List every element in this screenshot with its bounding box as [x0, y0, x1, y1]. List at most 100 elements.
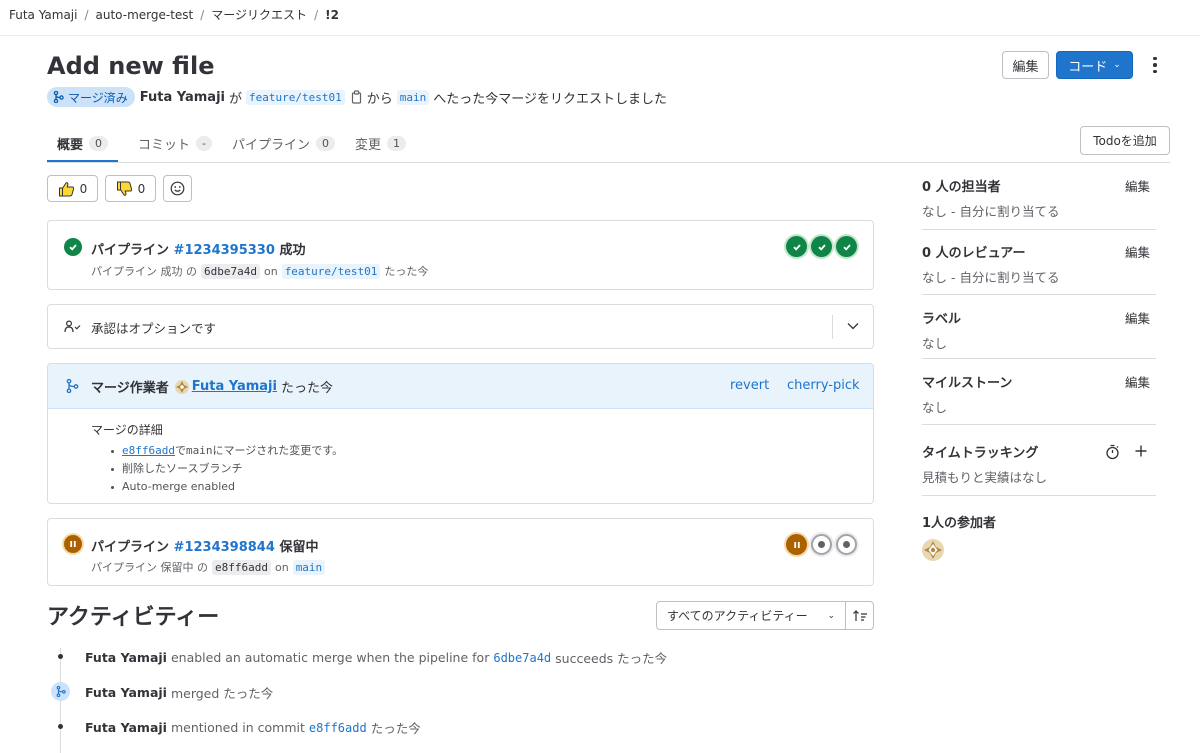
- pipeline-widget-pending: パイプライン #1234398844 保留中 パイプライン 保留中 の e8ff…: [47, 518, 874, 586]
- commit-sha[interactable]: e8ff6add: [212, 559, 271, 575]
- pipeline-prefix: パイプライン: [91, 243, 170, 258]
- detail-branch: main: [185, 444, 213, 457]
- activity-commit-link[interactable]: 6dbe7a4d: [493, 651, 551, 665]
- activity-author[interactable]: Futa Yamaji: [85, 720, 167, 735]
- on-text: on: [274, 560, 289, 574]
- tab-count: 0: [89, 135, 109, 151]
- pipeline-id-link[interactable]: #1234398844: [174, 540, 275, 555]
- pipeline-widget-success: パイプライン #1234395330 成功 パイプライン 成功 の 6dbe7a…: [47, 220, 874, 290]
- pipeline-id-link[interactable]: #1234395330: [174, 243, 275, 258]
- participants-title: 1人の参加者: [922, 516, 997, 531]
- stage-success-icon[interactable]: [836, 236, 857, 257]
- activity-author[interactable]: Futa Yamaji: [85, 685, 167, 700]
- breadcrumb-separator: /: [84, 7, 89, 22]
- activity-text: enabled an automatic merge when the pipe…: [170, 650, 490, 665]
- breadcrumb-merge-requests[interactable]: マージリクエスト: [211, 6, 307, 23]
- detail-text: にマージされた変更です。: [212, 444, 344, 457]
- pipeline-stages: [786, 236, 857, 257]
- add-reaction-button[interactable]: [163, 175, 192, 202]
- activity-filter-label: すべてのアクティビティー: [667, 609, 808, 623]
- tab-changes[interactable]: 変更 1: [345, 124, 416, 162]
- merged-header: マージ作業者 Futa Yamaji たった今 revert cherry-pi…: [48, 364, 873, 409]
- labels-section: ラベル なし 編集: [922, 308, 1156, 352]
- stage-success-icon[interactable]: [786, 236, 807, 257]
- stage-pending-icon[interactable]: [786, 534, 807, 555]
- activity-text: mentioned in commit: [170, 720, 305, 735]
- source-branch[interactable]: feature/test01: [246, 89, 345, 105]
- labels-title: ラベル: [922, 312, 962, 327]
- activity-commit-link[interactable]: e8ff6add: [309, 721, 367, 735]
- breadcrumb-current[interactable]: !2: [325, 8, 339, 22]
- assignees-edit-button[interactable]: 編集: [1125, 176, 1150, 195]
- merge-icon: [53, 91, 64, 103]
- mr-tabs: 概要 0 コミット - パイプライン 0 変更 1: [47, 124, 416, 162]
- assignees-value[interactable]: なし - 自分に割り当てる: [922, 201, 1156, 220]
- merged-widget: マージ作業者 Futa Yamaji たった今 revert cherry-pi…: [47, 363, 874, 504]
- approval-user-check-icon: [64, 320, 81, 333]
- merge-details-title: マージの詳細: [91, 423, 163, 437]
- tab-label: コミット: [138, 137, 191, 153]
- labels-edit-button[interactable]: 編集: [1125, 308, 1150, 327]
- avatar[interactable]: [922, 539, 944, 561]
- tab-overview[interactable]: 概要 0: [47, 124, 119, 162]
- timeline-dot: [58, 724, 63, 729]
- merged-by-user-link[interactable]: Futa Yamaji: [192, 379, 277, 394]
- milestone-edit-button[interactable]: 編集: [1125, 372, 1150, 391]
- pending-status-icon[interactable]: [64, 535, 82, 553]
- activity-filter-dropdown[interactable]: すべてのアクティビティー ⌄: [656, 601, 846, 630]
- chevron-down-icon: ⌄: [1113, 60, 1121, 70]
- status-badge-label: マージ済み: [68, 90, 128, 105]
- sidebar-divider: [922, 424, 1156, 425]
- branch-chip[interactable]: feature/test01: [281, 263, 381, 279]
- merge-event-icon: [51, 682, 70, 701]
- breadcrumb-user[interactable]: Futa Yamaji: [9, 8, 77, 22]
- more-actions-icon[interactable]: [1146, 53, 1164, 77]
- milestone-section: マイルストーン なし 編集: [922, 372, 1156, 416]
- cherry-pick-button[interactable]: cherry-pick: [787, 378, 860, 393]
- approval-widget: 承認はオプションです: [47, 304, 874, 349]
- approval-divider: [832, 315, 833, 339]
- pipeline-sub-prefix: パイプライン 保留中 の: [91, 561, 208, 574]
- reviewers-value[interactable]: なし - 自分に割り当てる: [922, 267, 1156, 286]
- tabs-divider: [47, 162, 1170, 163]
- success-status-icon[interactable]: [64, 238, 82, 256]
- commit-sha[interactable]: 6dbe7a4d: [201, 263, 260, 279]
- tab-commits[interactable]: コミット -: [128, 124, 222, 162]
- milestone-value: なし: [922, 400, 948, 415]
- sort-order-button[interactable]: [845, 601, 874, 630]
- breadcrumb-separator: /: [314, 7, 319, 22]
- assignees-title: 0 人の担当者: [922, 180, 1001, 195]
- on-text: on: [263, 264, 278, 278]
- stopwatch-icon[interactable]: [1105, 444, 1120, 460]
- thumbs-up-button[interactable]: 0: [47, 175, 98, 202]
- edit-button[interactable]: 編集: [1002, 51, 1049, 79]
- pipeline-time: たった今: [384, 265, 429, 278]
- tab-count: 0: [316, 135, 336, 151]
- tab-pipelines[interactable]: パイプライン 0: [222, 124, 345, 162]
- copy-branch-icon[interactable]: [351, 90, 363, 104]
- breadcrumb-project[interactable]: auto-merge-test: [96, 8, 194, 22]
- status-text: へたった今マージをリクエストしました: [433, 91, 667, 107]
- timeline-dot: [58, 654, 63, 659]
- author-name[interactable]: Futa Yamaji: [140, 90, 225, 105]
- avatar[interactable]: [174, 379, 189, 394]
- milestone-title: マイルストーン: [922, 376, 1013, 391]
- plus-icon[interactable]: [1134, 444, 1148, 458]
- stage-created-icon[interactable]: [836, 534, 857, 555]
- reviewers-edit-button[interactable]: 編集: [1125, 242, 1150, 261]
- target-branch[interactable]: main: [396, 89, 430, 105]
- add-todo-button[interactable]: Todoを追加: [1080, 126, 1170, 155]
- pipeline-title: パイプライン #1234398844 保留中: [91, 536, 318, 555]
- chevron-down-icon[interactable]: [846, 321, 860, 331]
- merge-details: マージの詳細 e8ff6add で main にマージされた変更です。 削除した…: [91, 421, 343, 496]
- merge-commit-link[interactable]: e8ff6add: [122, 442, 175, 460]
- revert-button[interactable]: revert: [730, 378, 769, 393]
- list-item: 削除したソースブランチ: [91, 460, 343, 478]
- code-dropdown-button[interactable]: コード ⌄: [1056, 51, 1133, 79]
- stage-success-icon[interactable]: [811, 236, 832, 257]
- activity-author[interactable]: Futa Yamaji: [85, 650, 167, 665]
- tab-count: -: [196, 135, 213, 151]
- stage-created-icon[interactable]: [811, 534, 832, 555]
- thumbs-down-button[interactable]: 0: [105, 175, 156, 202]
- branch-chip[interactable]: main: [292, 559, 326, 575]
